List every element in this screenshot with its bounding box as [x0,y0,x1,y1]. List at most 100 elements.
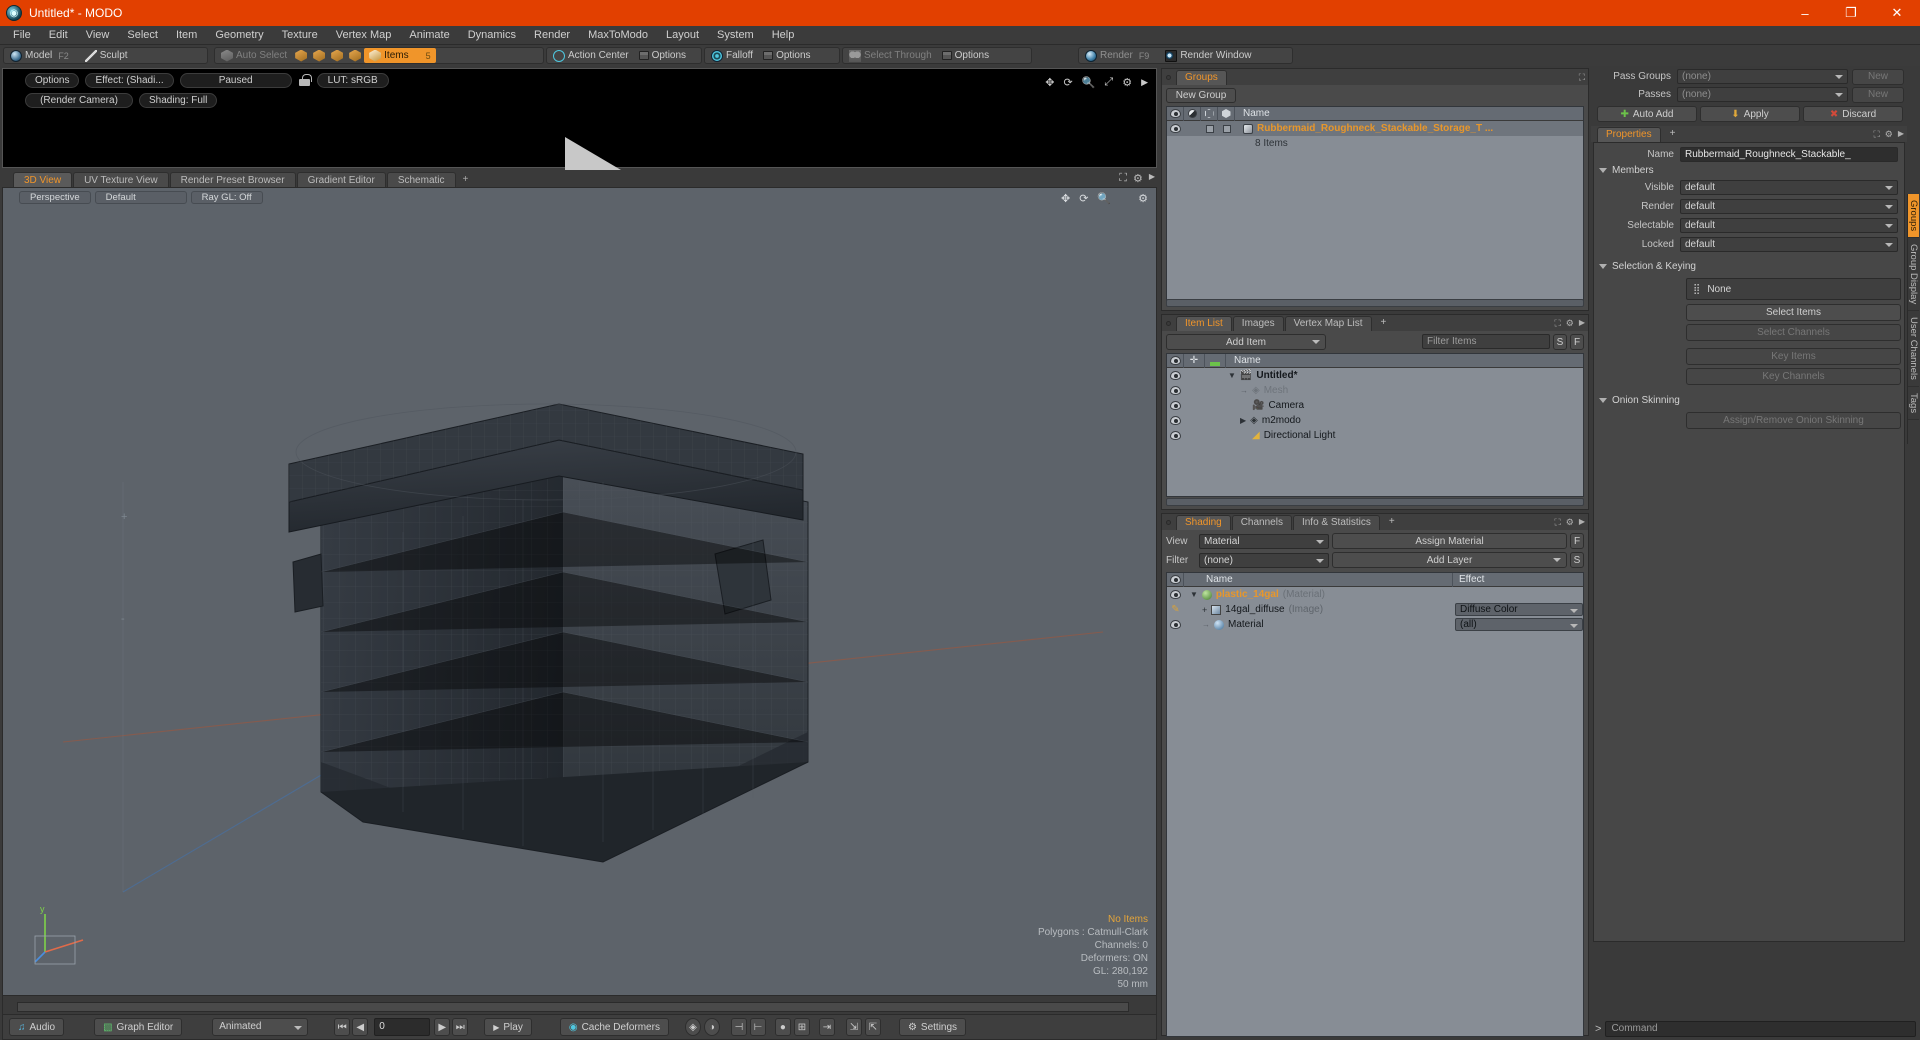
items-mode-button[interactable]: Items 5 [364,48,436,63]
falloff-button[interactable]: Falloff [706,48,758,63]
maximize-panel-icon[interactable]: ⛶ [1119,172,1127,185]
rotate-icon[interactable]: ⟳ [1063,76,1072,89]
list-item[interactable]: ◢ Directional Light [1167,428,1583,443]
range-start-icon[interactable]: ⊣ [730,1018,747,1036]
frame-input[interactable]: 0 [374,1018,431,1036]
close-button[interactable]: ✕ [1874,0,1920,26]
tab-vertex-map-list[interactable]: Vertex Map List [1284,316,1372,331]
table-row[interactable]: Rubbermaid_Roughneck_Stackable_Storage_T… [1167,121,1583,136]
menu-dynamics[interactable]: Dynamics [459,26,525,45]
filter-f-button[interactable]: F [1570,334,1584,350]
menu-layout[interactable]: Layout [657,26,708,45]
table-row[interactable]: ▼ plastic_14gal (Material) [1167,587,1583,602]
menu-item[interactable]: Item [167,26,206,45]
discard-button[interactable]: ✖ Discard [1803,106,1903,122]
tab-channels[interactable]: Channels [1231,515,1292,530]
skip-end-icon[interactable]: ⏭ [452,1018,469,1036]
preview-options-button[interactable]: Options [25,73,80,88]
play-icon[interactable]: ▶ [1141,77,1148,88]
menu-vertex-map[interactable]: Vertex Map [327,26,401,45]
render-dropdown[interactable]: default [1680,199,1898,214]
settings-button[interactable]: ⚙ Settings [898,1018,967,1036]
onion-skinning-section-header[interactable]: Onion Skinning [1594,392,1904,408]
render-window-button[interactable]: Render Window [1160,48,1256,63]
tab-add-button[interactable]: + [1662,127,1684,142]
list-item[interactable]: → ◈ Mesh [1167,383,1583,398]
falloff-options-button[interactable]: Options [758,48,815,63]
row-eye-icon[interactable] [1167,431,1184,440]
view-dropdown[interactable]: Material [1199,533,1329,549]
loop-icon[interactable]: ⇥ [818,1018,835,1036]
preview-effect-button[interactable]: Effect: (Shadi... [85,73,174,88]
effect-dropdown[interactable]: (all) [1455,618,1583,631]
move-icon[interactable]: ✥ [1045,76,1054,89]
tab-shading[interactable]: Shading [1176,515,1231,530]
action-center-button[interactable]: Action Center [548,48,634,63]
minimize-button[interactable]: – [1782,0,1828,26]
tab-properties[interactable]: Properties [1597,127,1661,142]
gear-icon[interactable]: ⚙ [1133,172,1143,185]
viewport-3d[interactable]: Perspective Default Ray GL: Off ✥ ⟳ 🔍 ⚙ [2,187,1157,1038]
materials-mode-button[interactable] [346,48,364,63]
row-eye-icon[interactable] [1167,620,1184,629]
passes-new-button[interactable]: New [1852,86,1904,103]
row-edit-icon[interactable]: ✎ [1167,604,1184,615]
menu-file[interactable]: File [4,26,40,45]
tab-add-button[interactable]: + [457,172,475,187]
filter-s-button[interactable]: S [1553,334,1567,350]
graph-editor-button[interactable]: ▧ Graph Editor [94,1018,183,1036]
menu-edit[interactable]: Edit [40,26,77,45]
menu-select[interactable]: Select [118,26,167,45]
preview-shading-button[interactable]: Shading: Full [139,93,218,108]
add-item-button[interactable]: Add Item [1166,334,1326,350]
render-button[interactable]: Render F9 [1080,48,1154,63]
unlock-icon[interactable] [298,74,312,87]
vtab-user-channels[interactable]: User Channels [1908,311,1919,388]
key-icon[interactable]: ◈ [684,1018,701,1036]
row-eye-icon[interactable] [1167,590,1184,599]
link-icon[interactable]: ⇲ [845,1018,862,1036]
list-item[interactable]: ▶ ◈ m2modo [1167,413,1583,428]
ruler-bar[interactable] [17,1002,1129,1012]
new-group-button[interactable]: New Group [1166,88,1236,103]
members-section-header[interactable]: Members [1594,162,1904,178]
command-input[interactable]: Command [1605,1021,1916,1037]
chevron-right-icon[interactable]: ▶ [1579,517,1585,528]
ghost-icon[interactable]: ◑ [703,1018,720,1036]
menu-geometry[interactable]: Geometry [206,26,272,45]
audio-button[interactable]: ♫ Audio [9,1018,65,1036]
fit-icon[interactable]: ⤢ [1104,76,1113,89]
list-item[interactable]: 🎥 Camera [1167,398,1583,413]
gear-icon[interactable]: ⚙ [1566,517,1574,528]
selection-keying-section-header[interactable]: Selection & Keying [1594,258,1904,274]
play-button[interactable]: ▶ Play [484,1018,532,1036]
cache-deformers-button[interactable]: ◉ Cache Deformers [559,1018,669,1036]
preview-lut-button[interactable]: LUT: sRGB [316,73,389,88]
key-items-button[interactable]: Key Items [1686,348,1901,365]
row-eye-icon[interactable] [1167,386,1184,395]
tab-render-preset-browser[interactable]: Render Preset Browser [169,172,296,187]
row-eye-icon[interactable] [1167,416,1184,425]
menu-animate[interactable]: Animate [400,26,458,45]
step-back-icon[interactable]: ◀ [352,1018,369,1036]
chevron-right-icon[interactable]: ▶ [1240,416,1246,425]
pass-groups-dropdown[interactable]: (none) [1677,69,1848,84]
auto-select-button[interactable]: Auto Select [216,48,292,63]
preview-render-camera-button[interactable]: (Render Camera) [25,93,133,108]
tab-images[interactable]: Images [1232,316,1284,331]
shading-s-button[interactable]: S [1570,552,1584,568]
vtab-group-display[interactable]: Group Display [1908,238,1919,312]
filter-dropdown[interactable]: (none) [1199,552,1329,568]
select-through-options-button[interactable]: Options [937,48,994,63]
table-row[interactable]: ✎ + 14gal_diffuse (Image) Diffuse Color [1167,602,1583,617]
list-item[interactable]: ▼ 🎬 Untitled* [1167,368,1583,383]
tab-add-button[interactable]: + [1381,515,1403,530]
select-through-button[interactable]: Select Through [844,48,937,63]
expand-icon[interactable]: + [1202,605,1207,615]
offset-icon[interactable]: ⇱ [864,1018,881,1036]
menu-help[interactable]: Help [763,26,804,45]
selectable-dropdown[interactable]: default [1680,218,1898,233]
edges-mode-button[interactable] [310,48,328,63]
maximize-panel-icon[interactable]: ⛶ [1554,517,1560,528]
select-items-button[interactable]: Select Items [1686,304,1901,321]
